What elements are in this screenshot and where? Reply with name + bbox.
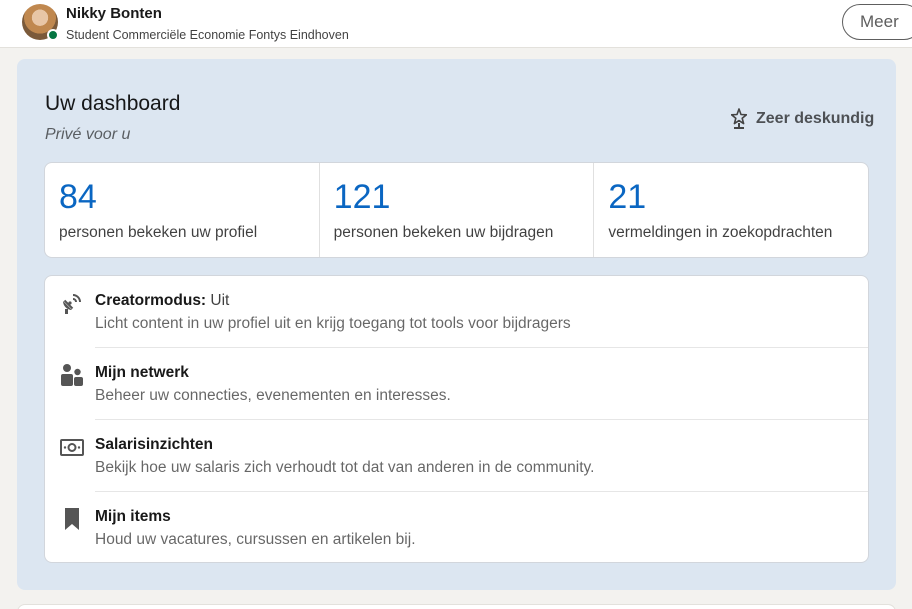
satellite-dish-icon xyxy=(60,291,84,315)
stat-search-appearances[interactable]: 21 vermeldingen in zoekopdrachten xyxy=(594,163,868,257)
stat-label: personen bekeken uw profiel xyxy=(59,224,258,241)
profile-name[interactable]: Nikky Bonten xyxy=(66,5,162,22)
online-status-dot xyxy=(47,29,59,41)
expert-level-link[interactable]: Zeer deskundig xyxy=(731,107,874,131)
money-bill-icon xyxy=(60,435,84,459)
stat-label: vermeldingen in zoekopdrachten xyxy=(608,224,833,241)
profile-topbar: Nikky Bonten Student Commerciële Economi… xyxy=(0,0,912,48)
resource-description: Beheer uw connecties, evenementen en int… xyxy=(95,387,451,404)
more-button[interactable]: Meer xyxy=(842,4,912,40)
resource-title: Mijn netwerk xyxy=(95,364,189,381)
resources-panel: Creatormodus: Uit Licht content in uw pr… xyxy=(44,275,869,563)
resource-title: Mijn items xyxy=(95,508,171,525)
resource-description: Bekijk hoe uw salaris zich verhoudt tot … xyxy=(95,459,595,476)
resource-creator-mode[interactable]: Creatormodus: Uit Licht content in uw pr… xyxy=(45,276,868,348)
resource-my-items[interactable]: Mijn items Houd uw vacatures, cursussen … xyxy=(45,492,868,564)
resource-my-network[interactable]: Mijn netwerk Beheer uw connecties, evene… xyxy=(45,348,868,420)
stat-value: 121 xyxy=(333,178,391,216)
next-card-edge xyxy=(17,604,896,609)
stats-panel: 84 personen bekeken uw profiel 121 perso… xyxy=(44,162,869,258)
resource-title: Creatormodus: xyxy=(95,292,207,309)
star-rank-icon xyxy=(731,108,747,129)
resource-status: Uit xyxy=(206,292,230,309)
dashboard-card: Uw dashboard Privé voor u Zeer deskundig… xyxy=(17,59,896,590)
bookmark-icon xyxy=(60,507,84,531)
resource-salary-insights[interactable]: Salarisinzichten Bekijk hoe uw salaris z… xyxy=(45,420,868,492)
resource-description: Houd uw vacatures, cursussen en artikele… xyxy=(95,531,416,548)
stat-label: personen bekeken uw bijdragen xyxy=(333,224,554,241)
dashboard-subtitle: Privé voor u xyxy=(45,126,131,143)
profile-headline: Student Commerciële Economie Fontys Eind… xyxy=(66,28,349,42)
stat-value: 84 xyxy=(59,178,97,216)
resource-title-row: Creatormodus: Uit xyxy=(95,292,229,310)
dashboard-title: Uw dashboard xyxy=(45,92,181,115)
people-icon xyxy=(60,363,84,387)
resource-title: Salarisinzichten xyxy=(95,436,214,453)
stat-post-views[interactable]: 121 personen bekeken uw bijdragen xyxy=(320,163,595,257)
expert-level-label: Zeer deskundig xyxy=(756,110,875,127)
stat-profile-views[interactable]: 84 personen bekeken uw profiel xyxy=(45,163,320,257)
stat-value: 21 xyxy=(608,178,647,216)
resource-description: Licht content in uw profiel uit en krijg… xyxy=(95,315,571,332)
